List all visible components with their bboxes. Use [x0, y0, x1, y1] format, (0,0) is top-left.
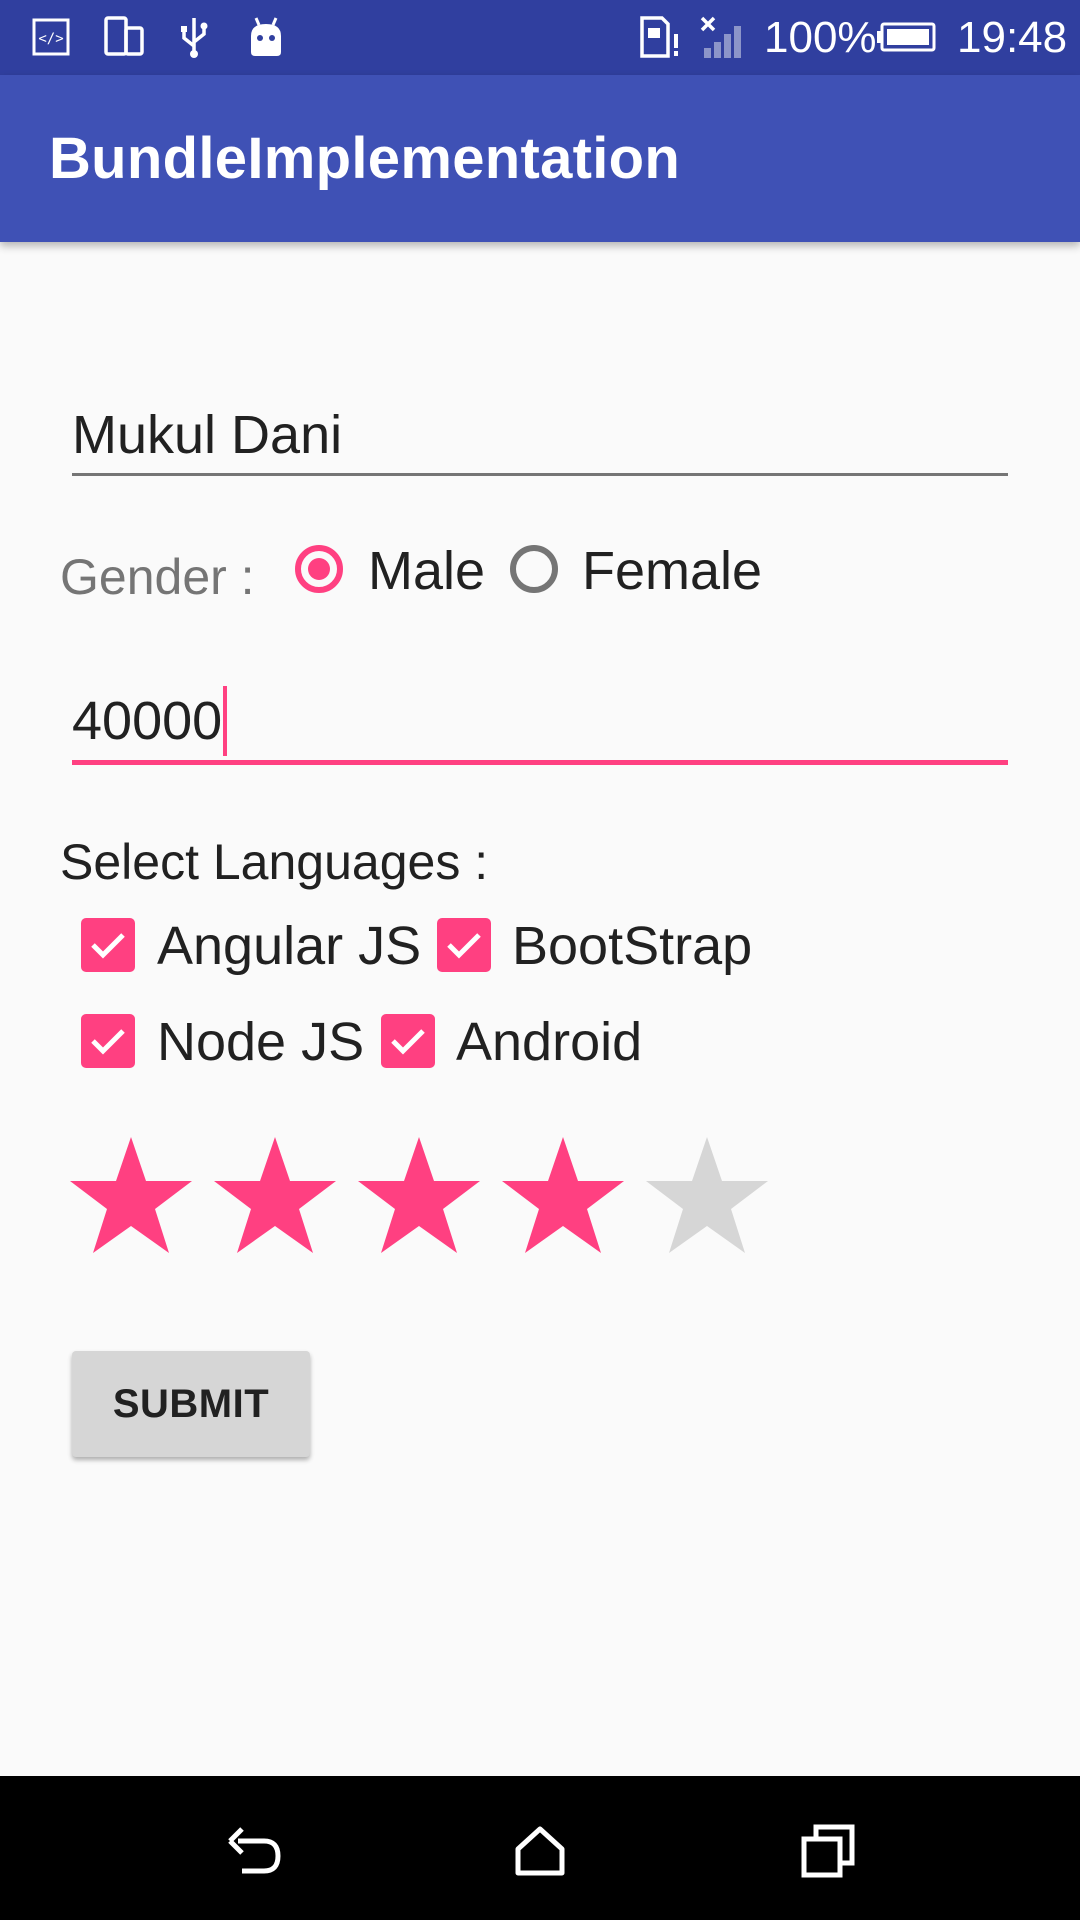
checkbox-angular-js-label[interactable]: Angular JS	[157, 915, 421, 977]
languages-label: Select Languages :	[60, 834, 489, 890]
checkbox-android-label[interactable]: Android	[456, 1011, 642, 1073]
radio-male-label[interactable]: Male	[368, 540, 485, 602]
name-input[interactable]: Mukul Dani	[72, 400, 1008, 470]
checkbox-checked-icon[interactable]	[81, 918, 135, 972]
usb-icon	[174, 14, 214, 60]
gender-label: Gender :	[60, 549, 255, 605]
app-bar: BundleImplementation	[0, 75, 1080, 242]
salary-input-underline	[72, 760, 1008, 765]
sd-card-alert-icon	[636, 14, 682, 60]
status-bar: </> 100% 19:48	[0, 0, 1080, 75]
android-debug-icon	[246, 14, 286, 60]
submit-button[interactable]: SUBMIT	[72, 1351, 310, 1457]
app-title: BundleImplementation	[49, 126, 681, 191]
checkbox-bootstrap-label[interactable]: BootStrap	[512, 915, 752, 977]
star-icon[interactable]	[644, 1133, 770, 1253]
clock: 19:48	[957, 13, 1068, 62]
radio-selected-icon[interactable]	[295, 545, 343, 593]
battery-percent: 100%	[764, 13, 877, 62]
phone-rotate-icon	[102, 14, 146, 60]
navigation-bar	[0, 1776, 1080, 1920]
text-cursor	[223, 686, 228, 756]
star-icon[interactable]	[68, 1133, 194, 1253]
star-icon[interactable]	[500, 1133, 626, 1253]
back-icon[interactable]	[204, 1806, 304, 1896]
salary-value: 40000	[72, 691, 223, 751]
name-input-underline	[72, 473, 1008, 476]
salary-input[interactable]: 40000	[72, 686, 1008, 756]
recents-icon[interactable]	[778, 1806, 878, 1896]
star-icon[interactable]	[356, 1133, 482, 1253]
code-icon: </>	[30, 14, 72, 60]
battery-icon	[876, 14, 938, 60]
radio-female-label[interactable]: Female	[582, 540, 762, 602]
checkbox-checked-icon[interactable]	[81, 1014, 135, 1068]
star-icon[interactable]	[212, 1133, 338, 1253]
checkbox-checked-icon[interactable]	[381, 1014, 435, 1068]
radio-unselected-icon[interactable]	[510, 545, 558, 593]
svg-text:</>: </>	[38, 31, 63, 47]
signal-off-icon	[698, 14, 748, 60]
checkbox-checked-icon[interactable]	[437, 918, 491, 972]
home-icon[interactable]	[490, 1806, 590, 1896]
checkbox-node-js-label[interactable]: Node JS	[157, 1011, 364, 1073]
